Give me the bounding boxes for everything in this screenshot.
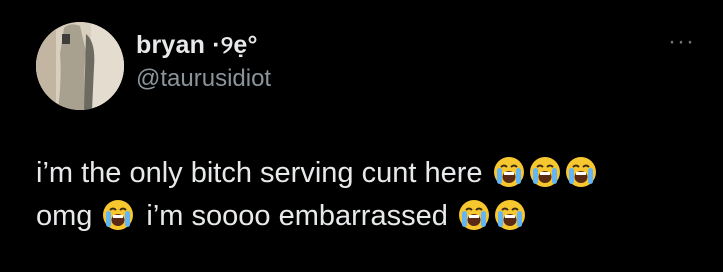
loudly-crying-face-icon xyxy=(458,199,490,231)
tweet-text-segment: i’m the only bitch serving cunt here xyxy=(36,157,483,189)
tweet-text: i’m the only bitch serving cunt here omg… xyxy=(36,152,696,238)
tweet-card: bryan ·୨ẹ° @taurusidiot ··· i’m the only… xyxy=(0,0,723,272)
loudly-crying-face-icon xyxy=(493,156,525,188)
tweet-text-segment: i’m soooo embarrassed xyxy=(146,200,448,232)
tweet-text-line-2: omg i’m soooo embarrassed xyxy=(36,195,696,238)
avatar[interactable] xyxy=(36,22,124,110)
loudly-crying-face-icon xyxy=(529,156,561,188)
tweet-text-segment: omg xyxy=(36,200,93,232)
loudly-crying-face-icon xyxy=(494,199,526,231)
loudly-crying-face-icon xyxy=(102,199,134,231)
author-block: bryan ·୨ẹ° @taurusidiot xyxy=(136,30,271,94)
user-handle[interactable]: @taurusidiot xyxy=(136,64,271,94)
tweet-text-line-1: i’m the only bitch serving cunt here xyxy=(36,152,696,195)
loudly-crying-face-icon xyxy=(565,156,597,188)
more-options-icon[interactable]: ··· xyxy=(668,30,695,54)
display-name[interactable]: bryan ·୨ẹ° xyxy=(136,30,271,60)
